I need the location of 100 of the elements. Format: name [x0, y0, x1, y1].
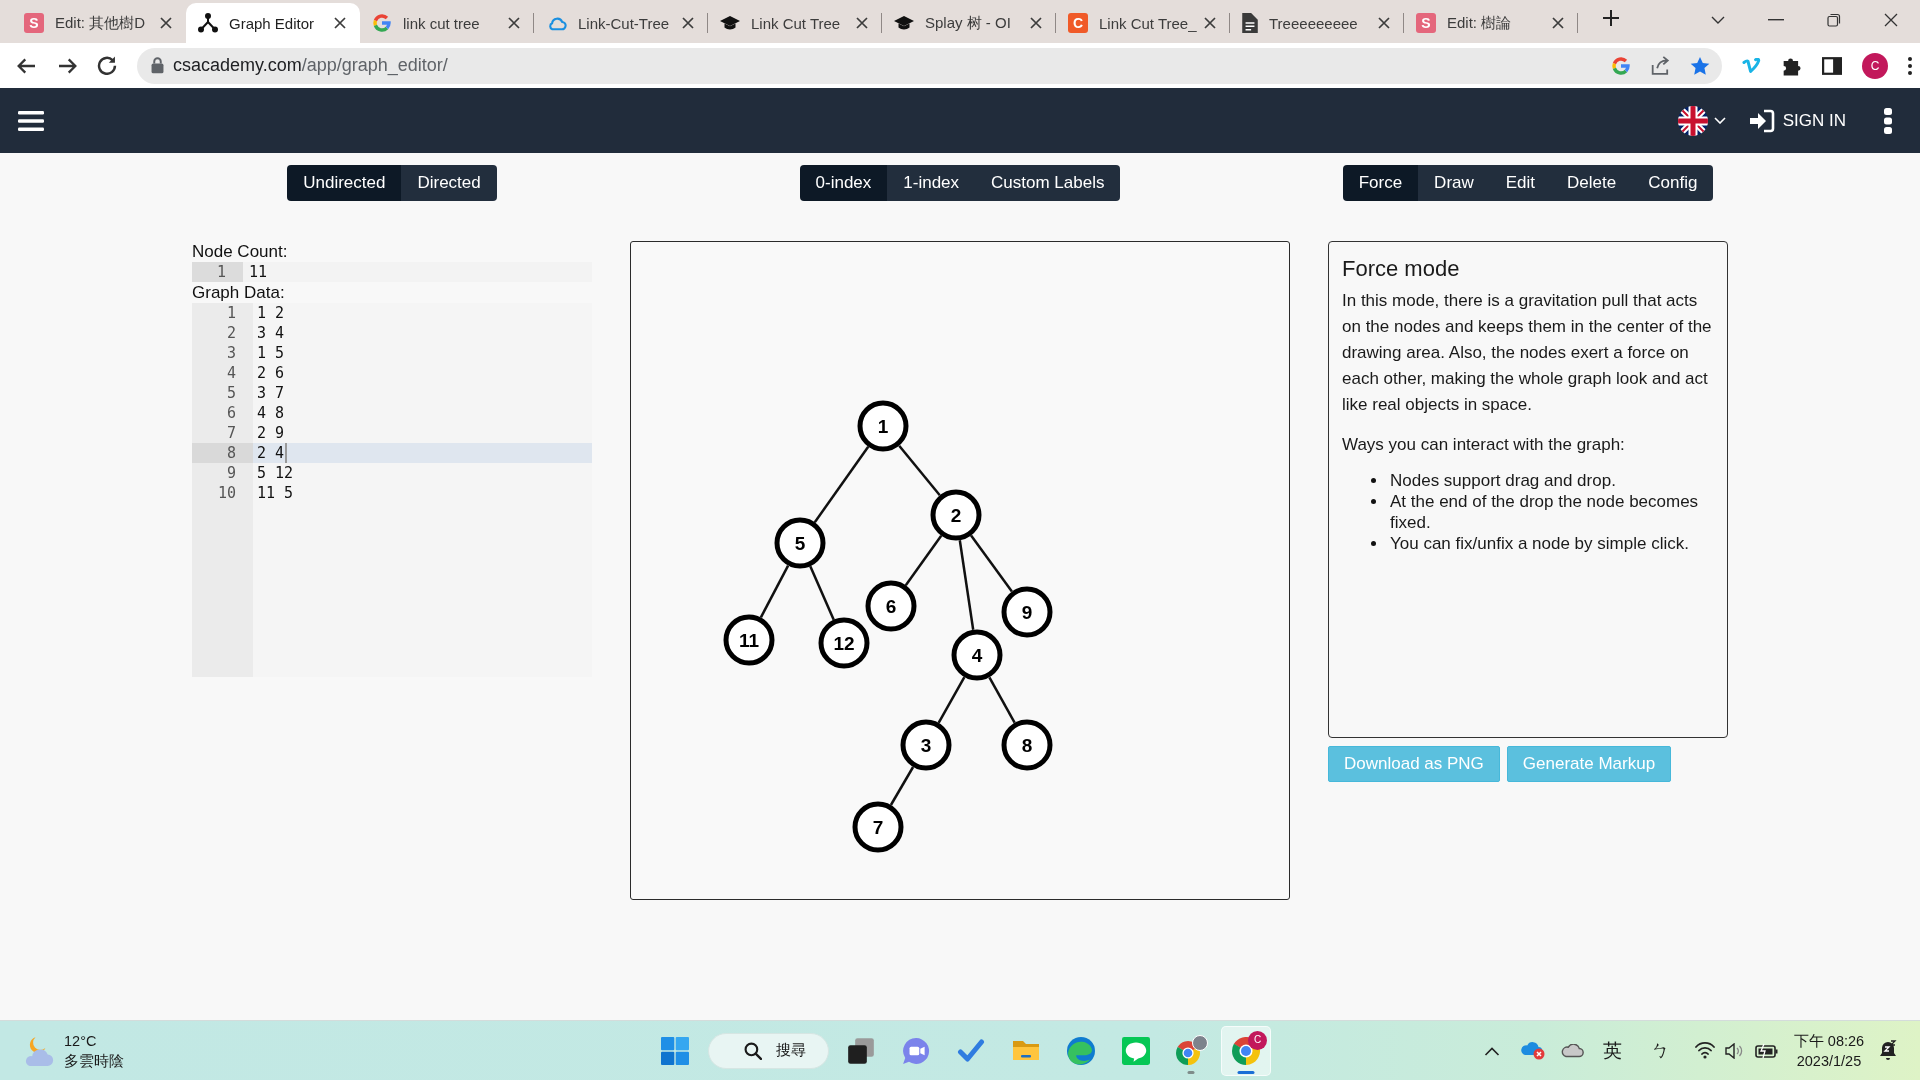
more-icon[interactable] — [1884, 107, 1892, 134]
graph-node[interactable]: 2 — [930, 489, 982, 541]
code-text: 2 4 — [257, 443, 285, 463]
browser-tab[interactable]: Graph Editor — [186, 3, 360, 43]
graph-canvas[interactable]: 1 2 3 4 5 6 7 8 9 11 12 — [630, 241, 1290, 900]
graph-node[interactable]: 11 — [723, 614, 775, 666]
restore-icon[interactable] — [1827, 12, 1841, 27]
graph-edge — [988, 676, 1016, 724]
graph-type-button[interactable]: Directed — [401, 165, 497, 201]
side-panel-icon[interactable] — [1822, 56, 1842, 75]
editor-mode-button[interactable]: Edit — [1489, 165, 1552, 201]
close-icon[interactable] — [682, 17, 694, 29]
browser-tab[interactable]: link cut tree — [360, 3, 534, 43]
star-icon[interactable] — [1690, 55, 1710, 76]
browser-tab[interactable]: C Link Cut Tree_ — [1056, 3, 1230, 43]
search-box[interactable]: 搜尋 — [708, 1032, 829, 1069]
graph-node[interactable]: 8 — [1001, 719, 1053, 771]
plus-icon[interactable] — [1602, 9, 1620, 27]
browser-tab[interactable]: Treeeeeeeee — [1230, 3, 1404, 43]
field-label: Graph Data: — [192, 282, 285, 303]
code-editor[interactable]: 1 1 2 2 3 4 3 1 5 4 2 6 5 3 7 6 4 8 7 2 9 8 2 4 9 5 12 10 11 5 — [192, 303, 592, 677]
line-number: 8 — [192, 443, 253, 463]
battery-icon[interactable] — [1754, 1042, 1778, 1059]
code-text: 3 4 — [257, 323, 285, 343]
browser-tab[interactable]: S Edit: 其他樹D — [12, 3, 186, 43]
share-icon[interactable] — [1651, 56, 1670, 75]
sign-in-button[interactable]: SIGN IN — [1748, 108, 1846, 133]
graph-node[interactable]: 4 — [951, 629, 1003, 681]
graph-node[interactable]: 7 — [852, 801, 904, 853]
graph-node[interactable]: 12 — [818, 617, 870, 669]
close-icon[interactable] — [160, 17, 172, 29]
message-icon — [1122, 1036, 1150, 1065]
taskbar-app-button[interactable]: C — [1221, 1025, 1271, 1076]
browser-tab[interactable]: S Edit: 樹論 — [1404, 3, 1578, 43]
graph-node[interactable]: 5 — [774, 517, 826, 569]
close-icon[interactable] — [1884, 12, 1898, 27]
browser-tab[interactable]: Splay 树 - OI — [882, 3, 1056, 43]
graph-node[interactable]: 3 — [900, 719, 952, 771]
cloud-icon — [546, 15, 567, 31]
minimize-icon[interactable] — [1768, 18, 1784, 21]
text-cursor-icon — [285, 443, 288, 463]
editor-mode-button[interactable]: Delete — [1551, 165, 1633, 201]
code-text: 1 2 — [257, 303, 285, 323]
reload-icon[interactable] — [97, 56, 117, 75]
address-bar[interactable]: csacademy.com/app/graph_editor/ — [137, 47, 1722, 84]
input-language-indicator[interactable]: 英 — [1602, 1037, 1622, 1064]
input-method-indicator[interactable]: ㄅ — [1650, 1037, 1670, 1064]
label-mode-button[interactable]: Custom Labels — [975, 165, 1121, 201]
editor-mode-button[interactable]: Config — [1632, 165, 1714, 201]
line-number: 4 — [225, 363, 237, 383]
graph-node[interactable]: 6 — [865, 580, 917, 632]
chevron-up-icon[interactable] — [1484, 1045, 1500, 1056]
weather-text[interactable]: 多雲時陰 — [64, 1050, 124, 1071]
bullet-icon — [1371, 478, 1376, 483]
label-mode-button[interactable]: 1-index — [887, 165, 976, 201]
chevron-down-icon[interactable] — [1711, 15, 1725, 24]
code-text: 2 6 — [257, 363, 285, 383]
close-icon[interactable] — [1552, 17, 1564, 29]
clock-date[interactable]: 2023/1/25 — [1796, 1050, 1862, 1071]
start-icon[interactable] — [661, 1036, 689, 1065]
cloud-error-icon[interactable] — [1519, 1041, 1545, 1060]
editor-mode-button[interactable]: Force — [1342, 165, 1419, 201]
forward-icon[interactable] — [57, 57, 77, 74]
code-editor[interactable]: 1 11 — [192, 262, 592, 282]
graph-icon — [198, 13, 218, 33]
graph-node[interactable]: 9 — [1001, 586, 1053, 638]
clock-time[interactable]: 下午 08:26 — [1793, 1030, 1865, 1051]
back-icon[interactable] — [17, 57, 37, 74]
notification-icon[interactable] — [1879, 1040, 1897, 1061]
close-icon[interactable] — [334, 17, 346, 29]
graph-type-button[interactable]: Undirected — [287, 165, 402, 201]
editor-mode-button[interactable]: Draw — [1418, 165, 1490, 201]
wifi-icon[interactable] — [1695, 1042, 1715, 1059]
browser-tab[interactable]: Link Cut Tree — [708, 3, 882, 43]
label-mode-button[interactable]: 0-index — [799, 165, 888, 201]
profile-avatar[interactable]: C — [1862, 52, 1888, 79]
lock-icon[interactable] — [151, 57, 164, 74]
close-icon[interactable] — [1204, 17, 1216, 29]
volume-icon[interactable] — [1725, 1042, 1743, 1059]
profile-badge: C — [1248, 1030, 1267, 1050]
flag-icon[interactable] — [1677, 105, 1708, 136]
close-icon[interactable] — [1378, 17, 1390, 29]
g-logo-icon — [372, 13, 392, 33]
code-text: 2 9 — [257, 423, 285, 443]
close-icon[interactable] — [1030, 17, 1042, 29]
close-icon[interactable] — [508, 17, 520, 29]
close-icon[interactable] — [856, 17, 868, 29]
temperature-text[interactable]: 12°C — [64, 1030, 97, 1051]
list-item-text: Nodes support drag and drop. — [1390, 470, 1616, 491]
bullet-icon — [1371, 541, 1376, 546]
menu-icon[interactable] — [18, 110, 44, 131]
list-item-text: You can fix/unfix a node by simple click. — [1390, 533, 1689, 554]
browser-tab[interactable]: Link-Cut-Tree — [534, 3, 708, 43]
line-number: 1 — [225, 303, 237, 323]
cloud-icon[interactable] — [1560, 1043, 1584, 1058]
graph-edge — [898, 444, 941, 497]
graph-edge — [809, 565, 835, 621]
more-icon[interactable] — [1908, 56, 1912, 75]
code-text: 1 5 — [257, 343, 285, 363]
graph-node[interactable]: 1 — [857, 400, 909, 452]
